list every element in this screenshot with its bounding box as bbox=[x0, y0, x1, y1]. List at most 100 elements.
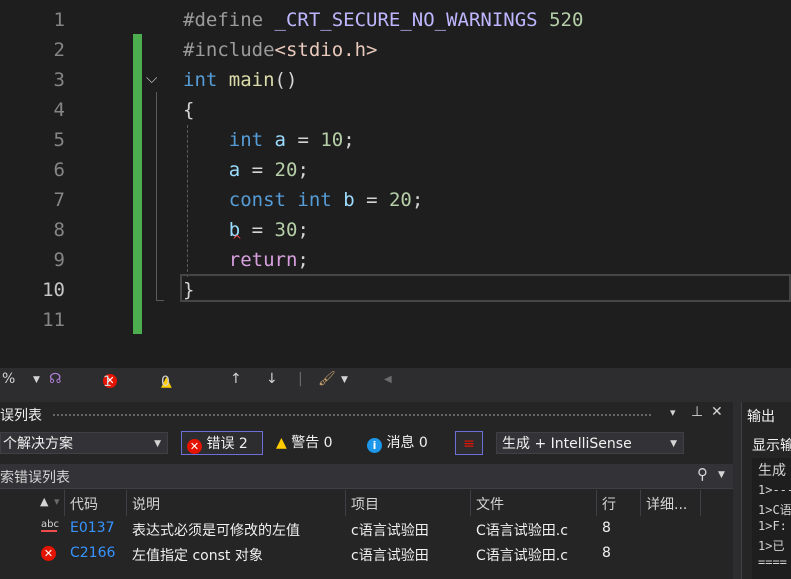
code-token: () bbox=[274, 69, 298, 91]
output-line: 1>--- bbox=[758, 483, 791, 497]
filter-options-button[interactable]: ≡ bbox=[455, 431, 483, 455]
code-token: return bbox=[228, 249, 298, 271]
code-token: int bbox=[297, 189, 332, 211]
error-project: c语言试验田 bbox=[351, 523, 429, 539]
column-header-file[interactable]: 文件 bbox=[476, 494, 504, 514]
output-source-label: 显示输 bbox=[752, 438, 791, 454]
column-header-line[interactable]: 行 bbox=[602, 494, 616, 514]
errors-filter-button[interactable]: ✕ 错误 2 bbox=[181, 431, 263, 455]
code-token: { bbox=[183, 99, 195, 121]
intellisense-underline bbox=[41, 530, 57, 532]
code-line[interactable]: int a = 10; bbox=[183, 125, 355, 155]
search-icon[interactable]: ⚲ bbox=[697, 465, 708, 483]
error-icon: ✕ bbox=[187, 439, 202, 454]
search-options-chevron-icon[interactable]: ▼ bbox=[718, 470, 725, 480]
column-separator bbox=[700, 490, 701, 516]
messages-filter-button[interactable]: i 消息 0 bbox=[358, 431, 453, 455]
column-header-description[interactable]: 说明 bbox=[132, 494, 160, 514]
error-list-panel: 误列表 ▾ ⊥ ✕ 个解决方案 ▼ ✕ 错误 2 ▲ 警告 0 i 消息 0 ≡… bbox=[0, 402, 733, 579]
code-line[interactable]: a = 20; bbox=[183, 155, 309, 185]
output-line: ==== bbox=[758, 555, 787, 569]
line-number: 6 bbox=[53, 159, 65, 181]
error-code-link[interactable]: E0137 bbox=[70, 520, 114, 536]
line-number: 9 bbox=[53, 249, 65, 271]
output-line: 1>已 bbox=[758, 539, 785, 553]
collapse-chevron-icon[interactable]: ⌵ bbox=[146, 69, 157, 87]
error-line: 8 bbox=[602, 520, 611, 536]
code-token: 10 bbox=[320, 129, 344, 151]
scroll-left-icon[interactable]: ◀ bbox=[384, 374, 392, 385]
zoom-dropdown-chevron-icon[interactable]: ▼ bbox=[33, 375, 40, 385]
code-token: = bbox=[240, 159, 275, 181]
error-description: 表达式必须是可修改的左值 bbox=[132, 523, 300, 539]
code-token: _CRT_SECURE_NO_WARNINGS bbox=[274, 9, 538, 31]
line-number: 4 bbox=[53, 99, 65, 121]
code-token: b bbox=[343, 189, 355, 211]
table-row[interactable]: ✕ C2166 左值指定 const 对象 c语言试验田 C语言试验田.c 8 bbox=[0, 542, 733, 567]
output-line: 生成 bbox=[758, 462, 786, 478]
build-source-dropdown[interactable]: 生成 + IntelliSense ▼ bbox=[496, 432, 684, 454]
code-token: 20 bbox=[388, 189, 412, 211]
code-token: ; bbox=[411, 189, 424, 211]
next-issue-button[interactable]: ↓ bbox=[266, 371, 278, 387]
table-row[interactable]: abc E0137 表达式必须是可修改的左值 c语言试验田 C语言试验田.c 8 bbox=[0, 517, 733, 542]
filter-list-icon: ≡ bbox=[463, 436, 475, 452]
pin-icon[interactable]: ⊥ bbox=[691, 404, 703, 420]
code-cleanup-brush-icon[interactable]: 🖌 bbox=[318, 371, 336, 387]
code-token: main bbox=[228, 69, 275, 91]
sort-ascending-icon[interactable]: ▲ bbox=[40, 495, 48, 508]
previous-issue-button[interactable]: ↑ bbox=[230, 371, 242, 387]
code-token: a bbox=[228, 159, 241, 181]
error-search-box[interactable]: 索错误列表 ⚲ ▼ bbox=[0, 464, 733, 489]
output-line: 1>C语 bbox=[758, 503, 791, 517]
column-filter-icon[interactable]: ▾ bbox=[54, 495, 60, 508]
code-token: = bbox=[286, 129, 321, 151]
line-number: 2 bbox=[53, 39, 65, 61]
code-token: 520 bbox=[537, 9, 584, 31]
code-line[interactable]: } bbox=[183, 275, 194, 305]
info-icon: i bbox=[367, 438, 382, 453]
error-file: C语言试验田.c bbox=[476, 523, 568, 539]
error-list-title: 误列表 bbox=[0, 408, 42, 424]
error-file: C语言试验田.c bbox=[476, 548, 568, 564]
compiler-error-icon: ✕ bbox=[41, 546, 56, 561]
intellicode-icon[interactable]: ☊ bbox=[49, 371, 61, 387]
column-header-code[interactable]: 代码 bbox=[70, 494, 98, 514]
cleanup-dropdown-chevron-icon[interactable]: ▼ bbox=[341, 375, 348, 385]
column-header-details[interactable]: 详细... bbox=[646, 494, 687, 514]
line-number: 10 bbox=[42, 279, 65, 301]
title-grip[interactable] bbox=[52, 413, 652, 417]
chevron-down-icon: ▼ bbox=[670, 439, 677, 449]
error-table-header: ▲ ▾ 代码 说明 项目 文件 行 详细... bbox=[0, 490, 733, 516]
window-menu-chevron-icon[interactable]: ▾ bbox=[670, 406, 676, 419]
code-editor[interactable]: ⌵ 1 #define _CRT_SECURE_NO_WARNINGS 520 2 #… bbox=[0, 0, 791, 368]
code-line[interactable]: const int b = 20; bbox=[183, 185, 424, 215]
output-panel: 输出 显示输 生成 1>--- 1>C语 1>F: 1>已 ==== bbox=[741, 402, 791, 579]
output-text[interactable]: 生成 1>--- 1>C语 1>F: 1>已 ==== bbox=[752, 458, 791, 579]
zoom-level[interactable]: % bbox=[2, 371, 15, 387]
code-line[interactable]: #define _CRT_SECURE_NO_WARNINGS 520 bbox=[183, 5, 583, 35]
code-line[interactable]: b = 30; bbox=[183, 215, 309, 245]
code-line[interactable]: { bbox=[183, 95, 194, 125]
warnings-filter-button[interactable]: ▲ 警告 0 bbox=[270, 431, 356, 455]
error-description: 左值指定 const 对象 bbox=[132, 548, 263, 564]
code-line[interactable]: return; bbox=[183, 245, 309, 275]
close-icon[interactable]: ✕ bbox=[711, 404, 723, 420]
error-code-link[interactable]: C2166 bbox=[70, 545, 115, 561]
code-token: ; bbox=[297, 219, 309, 241]
chevron-down-icon: ▼ bbox=[154, 439, 161, 449]
column-header-project[interactable]: 项目 bbox=[351, 494, 379, 514]
code-token: int bbox=[183, 69, 218, 91]
code-line[interactable]: #include<stdio.h> bbox=[183, 35, 377, 65]
warning-icon: ▲ bbox=[276, 435, 287, 451]
panel-splitter[interactable] bbox=[733, 402, 741, 579]
error-list-toolbar: 个解决方案 ▼ ✕ 错误 2 ▲ 警告 0 i 消息 0 ≡ 生成 + Inte… bbox=[0, 430, 733, 460]
code-line[interactable]: int main() bbox=[183, 65, 297, 95]
column-separator bbox=[345, 490, 346, 516]
scope-dropdown[interactable]: 个解决方案 ▼ bbox=[0, 432, 168, 454]
error-line: 8 bbox=[602, 545, 611, 561]
